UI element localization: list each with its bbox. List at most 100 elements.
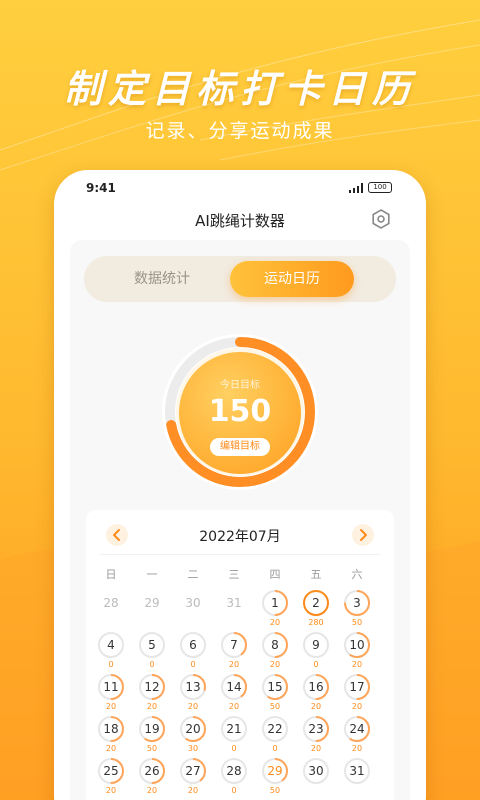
calendar-day[interactable]: 11 20 [96,674,126,716]
weekday-label: 四 [269,568,281,581]
calendar-day[interactable]: 12 20 [137,674,167,716]
day-number: 11 [103,680,119,694]
calendar-day[interactable]: 3 50 [342,590,372,632]
calendar-day[interactable]: 27 20 [178,758,208,800]
calendar-day[interactable]: 90 [301,632,331,674]
day-number: 1 [271,596,279,610]
day-jump-count: 20 [146,702,158,711]
day-number: 26 [144,764,160,778]
day-number: 5 [148,638,156,652]
day-jump-count: 50 [269,786,281,795]
calendar-day: 31 [219,590,249,632]
calendar-day[interactable]: 20 30 [178,716,208,758]
promo-subtitle: 记录、分享运动成果 [145,120,335,142]
day-number: 28 [103,596,119,610]
calendar-day[interactable]: 23 20 [301,716,331,758]
calendar-day[interactable]: 19 50 [137,716,167,758]
calendar-day: 28 [96,590,126,632]
day-number: 6 [189,638,197,652]
day-jump-count: 20 [228,660,240,669]
day-number: 15 [267,680,283,694]
day-jump-count: 20 [310,702,322,711]
day-jump-count: 0 [231,744,237,753]
calendar-day[interactable]: 10 20 [342,632,372,674]
day-jump-count: 0 [272,744,278,753]
calendar-day[interactable]: 30 [301,758,331,800]
day-number: 29 [267,764,283,778]
calendar-day[interactable]: 1 20 [260,590,290,632]
calendar-day[interactable]: 18 20 [96,716,126,758]
day-number: 13 [185,680,201,694]
calendar-day[interactable]: 25 20 [96,758,126,800]
settings-icon[interactable] [370,208,392,230]
day-number: 12 [144,680,160,694]
calendar-day[interactable]: 22 0 [260,716,290,758]
calendar-day[interactable]: 8 20 [260,632,290,674]
calendar-day[interactable]: 13 20 [178,674,208,716]
day-jump-count: 50 [146,744,158,753]
calendar-day[interactable]: 17 20 [342,674,372,716]
calendar-day[interactable]: 60 [178,632,208,674]
calendar-day[interactable]: 2 280 [301,590,331,632]
weekday-label: 日 [105,568,117,581]
calendar-day[interactable]: 21 0 [219,716,249,758]
edit-goal-button[interactable]: 编辑目标 [210,438,270,456]
day-jump-count: 20 [146,786,158,795]
day-number: 31 [349,764,365,778]
calendar-day[interactable]: 40 [96,632,126,674]
day-number: 7 [230,638,238,652]
calendar-day: 30 [178,590,208,632]
day-jump-count: 280 [308,618,324,627]
calendar-day[interactable]: 16 20 [301,674,331,716]
calendar-day[interactable]: 29 50 [260,758,290,800]
battery-level: 100 [373,183,387,191]
day-number: 16 [308,680,324,694]
battery-icon: 100 [368,182,392,193]
weekday-label: 六 [351,568,363,581]
day-number: 21 [226,722,242,736]
day-jump-count: 20 [269,618,281,627]
day-number: 24 [349,722,365,736]
day-jump-count: 30 [187,744,199,753]
day-number: 27 [185,764,201,778]
calendar-divider [100,554,380,555]
day-number: 31 [226,596,242,610]
day-jump-count: 0 [190,660,196,669]
day-jump-count: 20 [351,702,363,711]
day-jump-count: 50 [351,618,363,627]
day-number: 20 [185,722,201,736]
day-jump-count: 0 [149,660,155,669]
day-number: 22 [267,722,283,736]
signal-icon [349,182,363,193]
calendar-day[interactable]: 7 20 [219,632,249,674]
calendar-day[interactable]: 14 20 [219,674,249,716]
day-number: 28 [226,764,242,778]
day-number: 10 [349,638,365,652]
calendar-day[interactable]: 24 20 [342,716,372,758]
tab-data-stats[interactable]: 数据统计 [100,261,224,297]
weekday-label: 五 [310,568,322,581]
calendar-day[interactable]: 15 50 [260,674,290,716]
day-number: 14 [226,680,242,694]
weekday-label: 二 [187,568,199,581]
tab-exercise-calendar[interactable]: 运动日历 [230,261,354,297]
next-month-button[interactable] [352,524,374,546]
weekday-label: 三 [228,568,240,581]
day-jump-count: 0 [108,660,114,669]
day-number: 2 [312,596,320,610]
day-jump-count: 20 [351,660,363,669]
day-number: 17 [349,680,365,694]
calendar-day[interactable]: 28 0 [219,758,249,800]
calendar: 2022年07月 日一二三四五六 28 29 30 31 1 20 2 280 3 50 4 0 5 0 6… [86,510,394,800]
day-jump-count: 0 [313,660,319,669]
day-jump-count: 20 [187,786,199,795]
calendar-day[interactable]: 26 20 [137,758,167,800]
calendar-day[interactable]: 50 [137,632,167,674]
day-jump-count: 20 [351,744,363,753]
day-jump-count: 20 [187,702,199,711]
status-bar: 9:41 100 [54,170,426,206]
day-number: 18 [103,722,119,736]
goal-label: 今日目标 [220,380,260,391]
day-jump-count: 20 [269,660,281,669]
calendar-day[interactable]: 31 [342,758,372,800]
